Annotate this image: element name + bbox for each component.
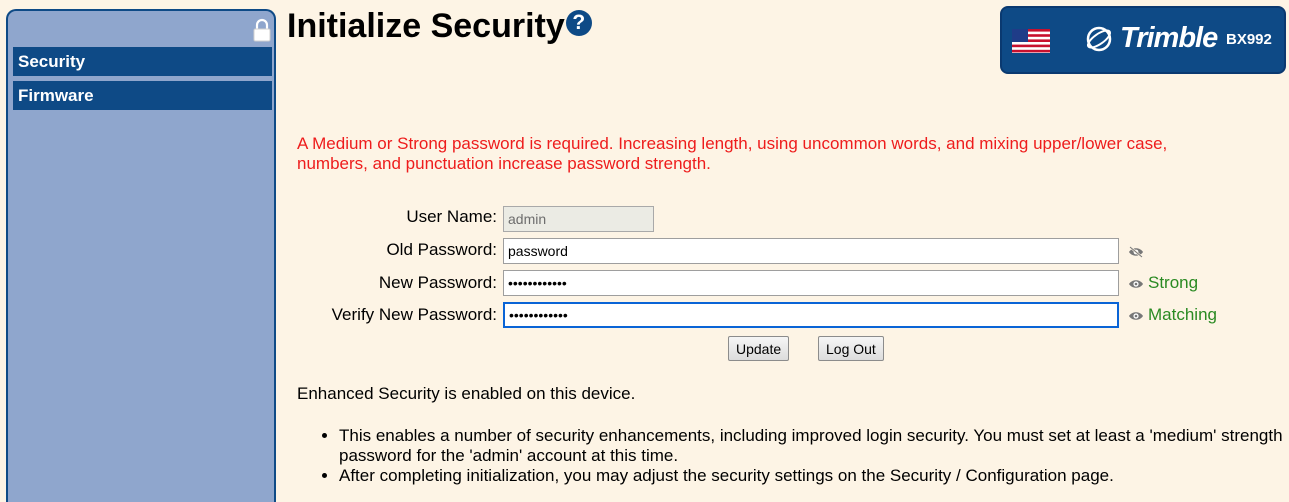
- old-password-label: Old Password:: [386, 240, 497, 259]
- help-icon[interactable]: ?: [565, 10, 592, 36]
- password-requirement-warning: A Medium or Strong password is required.…: [297, 134, 1168, 173]
- new-password-field[interactable]: [503, 270, 1119, 296]
- list-item: This enables a number of security enhanc…: [339, 426, 1287, 466]
- list-item: After completing initialization, you may…: [339, 466, 1287, 486]
- eye-slash-icon[interactable]: [1128, 246, 1144, 258]
- eye-icon[interactable]: [1128, 278, 1144, 290]
- lock-icon[interactable]: [252, 17, 272, 43]
- security-info-list: This enables a number of security enhanc…: [297, 426, 1287, 486]
- verify-password-label: Verify New Password:: [331, 305, 497, 324]
- security-info-text: Enhanced Security is enabled on this dev…: [297, 384, 636, 403]
- update-button[interactable]: Update: [728, 336, 790, 361]
- sidebar-item-firmware[interactable]: Firmware: [13, 81, 272, 110]
- password-strength: Strong: [1148, 273, 1199, 292]
- trimble-logo: Trimble: [1084, 22, 1218, 62]
- brand-header: Trimble BX992: [1000, 6, 1286, 74]
- username-field: [503, 206, 654, 232]
- username-label: User Name:: [406, 207, 497, 226]
- logout-button[interactable]: Log Out: [818, 336, 884, 361]
- verify-password-field[interactable]: [503, 302, 1119, 328]
- eye-icon[interactable]: [1128, 310, 1144, 322]
- password-match-status: Matching: [1148, 305, 1217, 324]
- old-password-field[interactable]: [503, 238, 1119, 264]
- sidebar-item-security[interactable]: Security: [13, 47, 272, 76]
- model-name: BX992: [1226, 31, 1272, 48]
- page-title: Initialize Security?: [287, 4, 592, 48]
- sidebar: Security Firmware: [6, 9, 276, 502]
- us-flag-icon[interactable]: [1012, 29, 1050, 53]
- trimble-globe-icon: [1086, 26, 1112, 52]
- page-title-text: Initialize Security: [287, 7, 565, 45]
- brand-name: Trimble: [1120, 22, 1218, 54]
- new-password-label: New Password:: [378, 273, 497, 292]
